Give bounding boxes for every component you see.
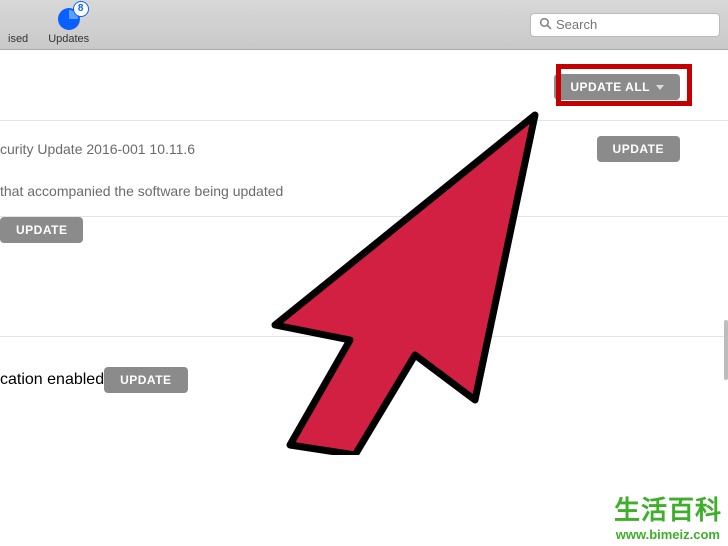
button-label: UPDATE bbox=[613, 142, 664, 156]
update-row: UPDATE bbox=[0, 216, 728, 336]
button-label: UPDATE ALL bbox=[570, 80, 650, 94]
watermark-text: 生活百科 bbox=[614, 490, 722, 527]
toolbar-tab-updates[interactable]: 8 Updates bbox=[48, 5, 89, 45]
update-button[interactable]: UPDATE bbox=[104, 367, 187, 393]
update-title: cation enabled bbox=[0, 371, 104, 389]
search-field[interactable] bbox=[530, 13, 720, 37]
search-input[interactable] bbox=[556, 17, 711, 32]
updates-icon: 8 bbox=[57, 7, 81, 31]
chevron-down-icon bbox=[656, 85, 664, 90]
watermark: 生活百科 www.bimeiz.com bbox=[614, 490, 722, 542]
update-all-button[interactable]: UPDATE ALL bbox=[554, 74, 680, 100]
toolbar: ised 8 Updates bbox=[0, 0, 728, 50]
updates-content: UPDATE ALL curity Update 2016-001 10.11.… bbox=[0, 50, 728, 546]
update-description: that accompanied the software being upda… bbox=[0, 183, 283, 199]
scrollbar[interactable] bbox=[724, 320, 728, 380]
update-description-row: that accompanied the software being upda… bbox=[0, 176, 728, 216]
toolbar-tab-label: ised bbox=[8, 33, 28, 45]
update-button[interactable]: UPDATE bbox=[0, 217, 83, 243]
toolbar-tab-purchased[interactable]: ised bbox=[8, 5, 28, 45]
update-row: cation enabled UPDATE bbox=[0, 336, 728, 423]
updates-badge: 8 bbox=[73, 1, 89, 17]
toolbar-tab-label: Updates bbox=[48, 33, 89, 45]
watermark-url: www.bimeiz.com bbox=[614, 527, 722, 542]
search-icon bbox=[539, 17, 552, 33]
update-row: curity Update 2016-001 10.11.6 UPDATE bbox=[0, 120, 728, 176]
update-button[interactable]: UPDATE bbox=[597, 136, 680, 162]
button-label: UPDATE bbox=[120, 373, 171, 387]
update-title: curity Update 2016-001 10.11.6 bbox=[0, 141, 195, 157]
button-label: UPDATE bbox=[16, 223, 67, 237]
